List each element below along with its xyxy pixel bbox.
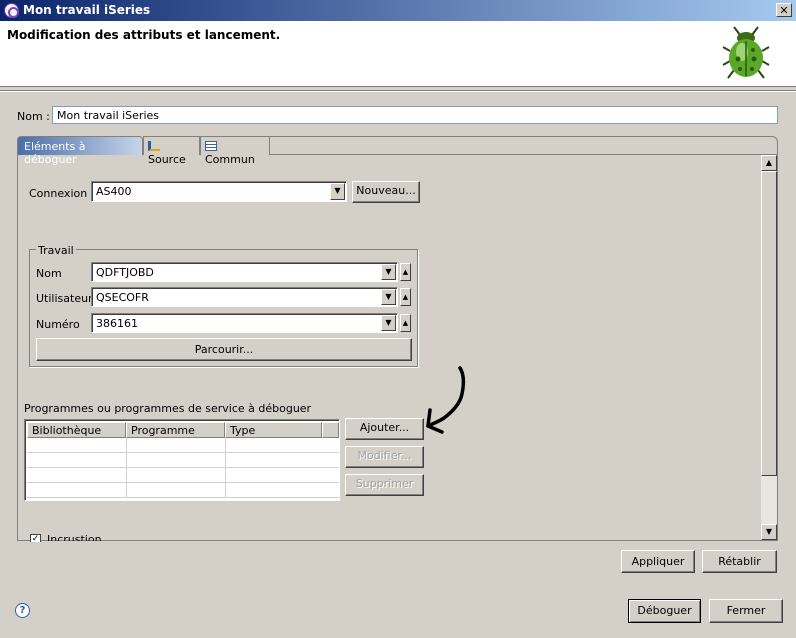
close-button[interactable]: Fermer — [709, 599, 783, 623]
title-bar: Mon travail iSeries ✕ — [0, 0, 796, 21]
column-header-type[interactable]: Type — [225, 422, 322, 438]
job-user-combo[interactable]: QSECOFR ▼ — [91, 287, 398, 307]
app-icon — [4, 3, 19, 18]
job-number-label: Numéro — [36, 318, 80, 331]
name-label: Nom : — [17, 110, 50, 123]
table-row[interactable] — [27, 453, 339, 468]
window-title: Mon travail iSeries — [23, 3, 151, 17]
common-icon — [205, 141, 217, 151]
incrustion-checkbox[interactable]: ✓ — [30, 534, 41, 542]
chevron-down-icon[interactable]: ▼ — [381, 289, 396, 305]
programs-section-label: Programmes ou programmes de service à dé… — [24, 402, 312, 415]
help-icon[interactable]: ? — [15, 603, 30, 618]
ladybug-icon — [722, 26, 770, 79]
add-program-button[interactable]: Ajouter... — [345, 418, 424, 440]
table-row[interactable] — [27, 483, 339, 498]
tab-debug-elements-label: Eléments à déboguer — [24, 140, 86, 166]
annotation-arrow-icon — [426, 366, 466, 434]
scroll-thumb[interactable] — [761, 171, 777, 476]
apply-button[interactable]: Appliquer — [621, 550, 695, 573]
job-number-combo[interactable]: 386161 ▼ — [91, 313, 398, 333]
column-header-filler — [322, 422, 339, 438]
chevron-down-icon[interactable]: ▼ — [381, 264, 396, 280]
column-header-program[interactable]: Programme — [126, 422, 225, 438]
tab-strip — [270, 136, 778, 155]
job-user-label: Utilisateur — [36, 292, 93, 305]
column-header-library[interactable]: Bibliothèque — [27, 422, 126, 438]
job-user-history-icon[interactable]: ▲ — [400, 288, 411, 306]
job-name-value: QDFTJOBD — [96, 266, 154, 279]
scroll-down-icon[interactable]: ▼ — [761, 524, 777, 540]
new-connection-button[interactable]: Nouveau... — [352, 181, 420, 203]
scroll-up-icon[interactable]: ▲ — [761, 155, 777, 171]
header-banner: Modification des attributs et lancement. — [0, 21, 796, 87]
dialog-heading: Modification des attributs et lancement. — [7, 28, 281, 42]
vertical-scrollbar[interactable]: ▲ ▼ — [761, 155, 777, 540]
close-window-button[interactable]: ✕ — [776, 3, 792, 17]
job-name-combo[interactable]: QDFTJOBD ▼ — [91, 262, 398, 282]
debug-button[interactable]: Déboguer — [628, 599, 701, 623]
tab-debug-elements[interactable]: Eléments à déboguer — [17, 136, 143, 166]
table-header: Bibliothèque Programme Type — [27, 422, 339, 438]
job-number-value: 386161 — [96, 317, 138, 330]
table-row[interactable] — [27, 468, 339, 483]
connection-label: Connexion : — [29, 187, 95, 200]
job-group-label: Travail — [36, 244, 76, 257]
job-number-history-icon[interactable]: ▲ — [400, 314, 411, 332]
connection-value: AS400 — [96, 185, 132, 198]
tab-source[interactable]: Source — [143, 136, 200, 166]
tab-common[interactable]: Commun — [200, 136, 270, 166]
job-user-value: QSECOFR — [96, 291, 149, 304]
chevron-down-icon[interactable]: ▼ — [330, 183, 345, 200]
table-row[interactable] — [27, 438, 339, 453]
delete-program-button[interactable]: Supprimer — [345, 474, 424, 496]
programs-table[interactable]: Bibliothèque Programme Type — [24, 419, 340, 501]
modify-program-button[interactable]: Modifier... — [345, 446, 424, 468]
tab-source-label: Source — [148, 153, 186, 166]
chevron-down-icon[interactable]: ▼ — [381, 315, 396, 331]
revert-button[interactable]: Rétablir — [702, 550, 777, 573]
browse-button[interactable]: Parcourir... — [36, 338, 412, 361]
source-icon — [148, 141, 160, 151]
job-name-history-icon[interactable]: ▲ — [400, 263, 411, 281]
name-input[interactable]: Mon travail iSeries — [52, 106, 778, 124]
tab-common-label: Commun — [205, 153, 255, 166]
incrustion-label: Incrustion — [47, 533, 102, 541]
job-name-label: Nom — [36, 267, 62, 280]
header-separator — [0, 90, 796, 92]
connection-select[interactable]: AS400 ▼ — [91, 181, 347, 202]
